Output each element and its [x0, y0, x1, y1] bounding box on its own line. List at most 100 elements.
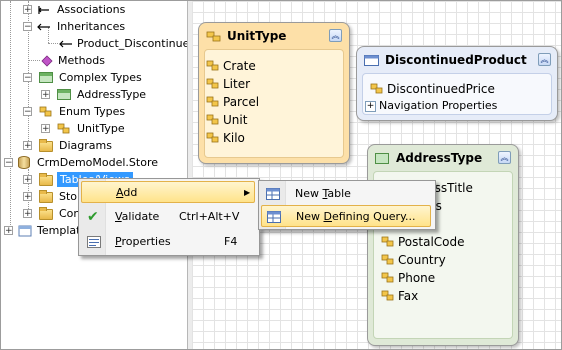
entity-icon: [364, 55, 379, 66]
expand-icon[interactable]: +: [41, 90, 50, 100]
tree-guide-line: [10, 1, 11, 233]
expand-icon[interactable]: +: [41, 124, 50, 134]
entity-property-label: PostalCode: [398, 235, 465, 249]
menu-item-add[interactable]: Add ▶: [81, 181, 255, 203]
collapse-icon[interactable]: −: [23, 73, 32, 83]
enum-member-icon: [206, 60, 219, 71]
menu-item-label: Validate: [115, 210, 160, 223]
enum-member[interactable]: Unit: [206, 111, 248, 129]
enum-member-icon: [206, 96, 219, 107]
enum-member[interactable]: Liter: [206, 75, 251, 93]
association-icon: [38, 6, 49, 14]
tree-item-label: Templat: [37, 224, 81, 237]
entity-property[interactable]: Country: [381, 251, 446, 269]
collapse-icon[interactable]: −: [23, 107, 32, 117]
entity-property[interactable]: Phone: [381, 269, 436, 287]
entity-discontinuedproduct[interactable]: DiscontinuedProduct ︽ DiscontinuedPrice …: [356, 46, 558, 121]
property-icon: [381, 236, 394, 247]
complex-type-icon: [375, 153, 389, 164]
add-submenu: New Table New Defining Query...: [258, 180, 436, 230]
tree-item-label: Product_Discontinued: [77, 37, 187, 50]
enum-member-label: Kilo: [223, 131, 245, 145]
collapse-entity-button[interactable]: ︽: [329, 29, 342, 42]
tree-item-label: Associations: [57, 3, 126, 16]
expand-icon[interactable]: +: [23, 175, 32, 185]
menu-item-shortcut: Ctrl+Alt+V: [179, 210, 240, 223]
entity-property-label: Phone: [398, 271, 436, 285]
tree-item-label: UnitType: [77, 122, 125, 135]
navigation-properties-section[interactable]: + Navigation Properties: [365, 98, 497, 114]
enum-icon: [57, 123, 70, 134]
entity-property-label: DiscontinuedPrice: [387, 82, 495, 96]
expand-icon[interactable]: +: [4, 226, 13, 236]
collapse-entity-button[interactable]: ︽: [498, 151, 511, 164]
enum-member-label: Parcel: [223, 95, 260, 109]
model-browser-tree: + Associations − Inheritances Product_Di…: [1, 1, 187, 349]
collapse-icon[interactable]: −: [23, 22, 32, 32]
menu-item-validate[interactable]: ✔ Validate Ctrl+Alt+V: [81, 206, 255, 228]
tree-item-label: Inheritances: [57, 20, 126, 33]
enum-member-label: Unit: [223, 113, 248, 127]
inheritance-icon: [59, 40, 72, 48]
menu-item-new-defining-query[interactable]: New Defining Query...: [261, 205, 431, 227]
property-icon: [381, 290, 394, 301]
property-icon: [381, 254, 394, 265]
entity-property[interactable]: PostalCode: [381, 233, 465, 251]
entity-property[interactable]: DiscontinuedPrice: [370, 80, 495, 98]
enum-member-label: Crate: [223, 59, 256, 73]
menu-item-new-table[interactable]: New Table: [261, 183, 431, 205]
entity-title: DiscontinuedProduct: [385, 53, 527, 67]
folder-icon: [39, 190, 53, 203]
enum-member-icon: [206, 78, 219, 89]
enum-member[interactable]: Kilo: [206, 129, 245, 147]
folder-icon: [39, 207, 53, 220]
folder-icon: [39, 173, 53, 186]
collapse-entity-button[interactable]: ︽: [538, 53, 551, 66]
navigation-properties-label: Navigation Properties: [379, 99, 498, 112]
inheritance-icon: [37, 23, 50, 31]
context-menu: Add ▶ ✔ Validate Ctrl+Alt+V Properties F…: [78, 178, 260, 256]
enum-member-label: Liter: [223, 77, 251, 91]
complex-type-icon: [39, 72, 53, 83]
folder-icon: [39, 139, 53, 152]
enum-member-icon: [206, 132, 219, 143]
tree-guide-line: [28, 60, 40, 61]
template-icon: [18, 225, 32, 237]
property-icon: [370, 83, 383, 94]
collapse-icon[interactable]: −: [4, 158, 13, 168]
enum-member[interactable]: Parcel: [206, 93, 260, 111]
expand-icon[interactable]: +: [23, 209, 32, 219]
enum-icon: [206, 31, 221, 42]
entity-title: AddressType: [396, 151, 483, 165]
entity-addresstype[interactable]: AddressType ︽ dressTitle ess PostalCode: [367, 144, 519, 346]
expand-icon[interactable]: +: [23, 141, 32, 151]
enum-member-icon: [206, 114, 219, 125]
expand-icon[interactable]: +: [365, 100, 376, 112]
properties-icon: [87, 236, 101, 248]
menu-item-label: New Defining Query...: [296, 210, 416, 223]
tree-item-label: AddressType: [77, 88, 147, 101]
tree-item-label: Diagrams: [59, 139, 112, 152]
entity-unittype[interactable]: UnitType ︽ Crate Liter Parcel Unit Kilo: [198, 22, 350, 164]
database-icon: [18, 156, 30, 169]
complex-type-icon: [57, 89, 71, 100]
tree-item-label: Methods: [58, 54, 105, 67]
enum-icon: [39, 106, 52, 117]
menu-item-label: Properties: [115, 235, 171, 248]
enum-member[interactable]: Crate: [206, 57, 256, 75]
menu-item-label: Add: [116, 186, 138, 199]
query-icon: [267, 211, 281, 223]
menu-item-label: New Table: [295, 187, 351, 200]
entity-title: UnitType: [227, 29, 287, 43]
table-icon: [266, 188, 280, 200]
app-frame: + Associations − Inheritances Product_Di…: [0, 0, 562, 350]
tree-item-label: CrmDemoModel.Store: [37, 156, 159, 169]
entity-property-label: Country: [398, 253, 446, 267]
menu-item-properties[interactable]: Properties F4: [81, 231, 255, 253]
diagram-surface[interactable]: UnitType ︽ Crate Liter Parcel Unit Kilo …: [192, 1, 561, 349]
entity-property[interactable]: Fax: [381, 287, 418, 305]
method-icon: [41, 55, 53, 67]
tree-item-label: Enum Types: [59, 105, 126, 118]
expand-icon[interactable]: +: [23, 5, 32, 15]
expand-icon[interactable]: +: [23, 192, 32, 202]
